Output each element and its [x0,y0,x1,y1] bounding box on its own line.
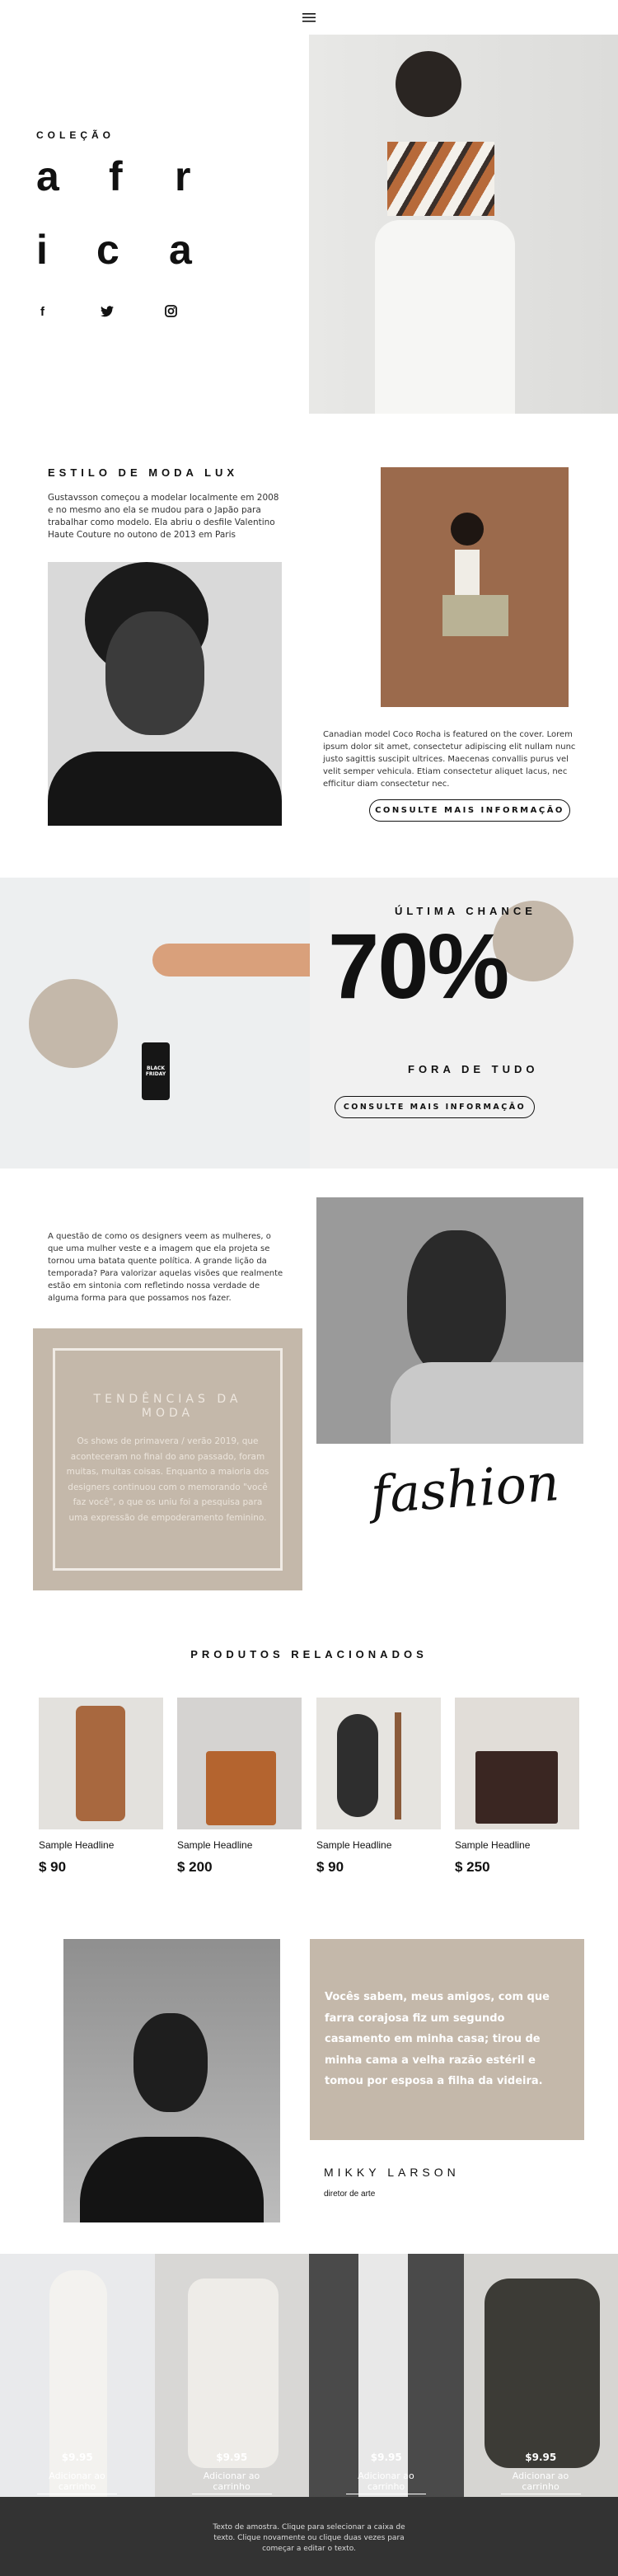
product-image-tote [177,1698,302,1829]
section-title: ESTILO DE MODA LUX [48,466,239,479]
product-price: $ 250 [455,1859,490,1875]
author-role: diretor de arte [324,2190,376,2199]
title-letter: f [109,153,123,199]
add-to-cart-link[interactable]: Adicionar ao carrinho [346,2471,426,2494]
bald-model-image [63,1939,280,2222]
product-price: $ 90 [316,1859,344,1875]
facebook-icon[interactable]: f [40,305,44,319]
menu-button[interactable] [302,11,316,22]
sale-subtitle: FORA DE TUDO [408,1063,539,1075]
title-letter: r [175,153,191,199]
shop-item: $9.95 Adicionar ao carrinho [309,2254,464,2497]
trends-box: TENDÊNCIAS DA MODA Os shows de primavera… [33,1328,302,1590]
title-letter: c [96,227,119,273]
product-image-flipflop [316,1698,441,1829]
sunglasses-model-image [48,562,282,826]
product-card[interactable]: Sample Headline $ 90 [316,1698,441,1876]
lux-paragraph-2: Canadian model Coco Rocha is featured on… [323,730,576,789]
product-name: Sample Headline [316,1839,392,1851]
quote-box: Vocês sabem, meus amigos, com que farra … [310,1939,584,2140]
shop-item: $9.95 Adicionar ao carrinho [154,2254,309,2497]
instagram-icon[interactable] [165,305,177,321]
shop-price: $9.95 [525,2452,557,2463]
product-name: Sample Headline [455,1839,531,1851]
shop-item: $9.95 Adicionar ao carrinho [0,2254,155,2497]
product-price: $ 90 [39,1859,67,1875]
add-to-cart-link[interactable]: Adicionar ao carrinho [37,2471,117,2494]
products-title: PRODUTOS RELACIONADOS [190,1648,428,1660]
sale-percent: 70% [328,915,509,1018]
shop-price: $9.95 [370,2452,402,2463]
footer-text: Texto de amostra. Clique para selecionar… [213,2523,405,2553]
product-price: $ 200 [177,1859,213,1875]
product-image-woven-bag [455,1698,579,1829]
tag-text: BLACK FRIDAY [142,1042,170,1100]
product-name: Sample Headline [39,1839,115,1851]
trends-paragraph: A questão de como os designers veem as m… [48,1232,283,1303]
trends-box-title: TENDÊNCIAS DA MODA [93,1393,242,1420]
price-tag-image: BLACK FRIDAY [0,878,310,1169]
lux-paragraph: Gustavsson começou a modelar localmente … [48,493,279,540]
product-image-sandal [39,1698,163,1829]
sale-read-more-button[interactable]: CONSULTE MAIS INFORMAÇÃO [335,1096,535,1118]
title-letter: a [36,153,59,199]
twitter-icon[interactable] [101,305,114,321]
shop-price: $9.95 [216,2452,248,2463]
product-card[interactable]: Sample Headline $ 90 [39,1698,163,1876]
read-more-button[interactable]: CONSULTE MAIS INFORMAÇÃO [369,799,570,822]
add-to-cart-link[interactable]: Adicionar ao carrinho [191,2471,272,2494]
trends-box-text: Os shows de primavera / verão 2019, que … [66,1436,269,1523]
hero-model-image [309,35,618,414]
seated-model-image [381,467,569,707]
fashion-script: fashion [368,1452,562,1525]
shop-item: $9.95 Adicionar ao carrinho [463,2254,618,2497]
quote-text: Vocês sabem, meus amigos, com que farra … [325,1991,550,2087]
collection-kicker: COLEÇÃO [36,129,115,141]
hamburger-icon [302,13,316,22]
title-letter: a [169,227,192,273]
sale-banner: BLACK FRIDAY [0,878,618,1169]
footer: Texto de amostra. Clique para selecionar… [0,2497,618,2576]
portrait-image [316,1197,583,1444]
product-name: Sample Headline [177,1839,253,1851]
product-card[interactable]: Sample Headline $ 200 [177,1698,302,1876]
author-name: MIKKY LARSON [324,2166,460,2179]
add-to-cart-link[interactable]: Adicionar ao carrinho [500,2471,581,2494]
shop-price: $9.95 [61,2452,93,2463]
title-letter: i [36,227,48,273]
product-card[interactable]: Sample Headline $ 250 [455,1698,579,1876]
